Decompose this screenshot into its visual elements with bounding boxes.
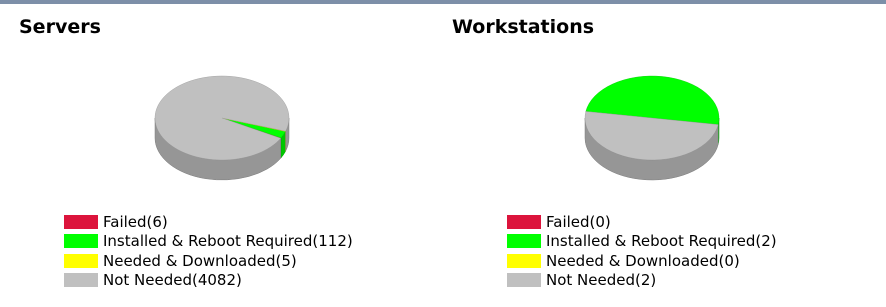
legend-item-not-needed: Not Needed(2): [507, 271, 777, 291]
legend-label: Not Needed(4082): [103, 271, 242, 290]
chart-legend: Failed(6) Installed & Reboot Required(11…: [64, 212, 353, 290]
legend-label: Installed & Reboot Required(2): [546, 232, 777, 251]
legend-label: Failed(0): [546, 212, 611, 231]
legend-item-failed: Failed(6): [64, 212, 353, 232]
servers-pie-chart: [154, 75, 290, 181]
legend-swatch-needed-downloaded: [64, 253, 98, 268]
legend-item-not-needed: Not Needed(4082): [64, 271, 353, 291]
legend-item-installed-reboot: Installed & Reboot Required(2): [507, 232, 777, 252]
chart-legend: Failed(0) Installed & Reboot Required(2)…: [507, 212, 777, 290]
legend-item-installed-reboot: Installed & Reboot Required(112): [64, 232, 353, 252]
legend-swatch-failed: [507, 214, 541, 229]
workstations-chart-panel: Workstations Failed(0) Installed & Reboo…: [443, 4, 886, 307]
servers-chart-panel: Servers Failed(6) Installed & Reboot Req…: [0, 4, 443, 307]
chart-title: Servers: [19, 16, 101, 38]
legend-swatch-needed-downloaded: [507, 253, 541, 268]
legend-label: Needed & Downloaded(5): [103, 251, 297, 270]
legend-label: Needed & Downloaded(0): [546, 251, 740, 270]
legend-swatch-installed-reboot: [64, 234, 98, 249]
legend-swatch-installed-reboot: [507, 234, 541, 249]
legend-label: Failed(6): [103, 212, 168, 231]
legend-label: Installed & Reboot Required(112): [103, 232, 353, 251]
legend-item-failed: Failed(0): [507, 212, 777, 232]
legend-swatch-not-needed: [507, 273, 541, 288]
pie-slice-not-needed: [154, 75, 290, 161]
legend-item-needed-downloaded: Needed & Downloaded(5): [64, 251, 353, 271]
workstations-pie-chart: [584, 75, 720, 181]
legend-swatch-failed: [64, 214, 98, 229]
legend-swatch-not-needed: [64, 273, 98, 288]
chart-title: Workstations: [452, 16, 595, 38]
legend-item-needed-downloaded: Needed & Downloaded(0): [507, 251, 777, 271]
legend-label: Not Needed(2): [546, 271, 657, 290]
